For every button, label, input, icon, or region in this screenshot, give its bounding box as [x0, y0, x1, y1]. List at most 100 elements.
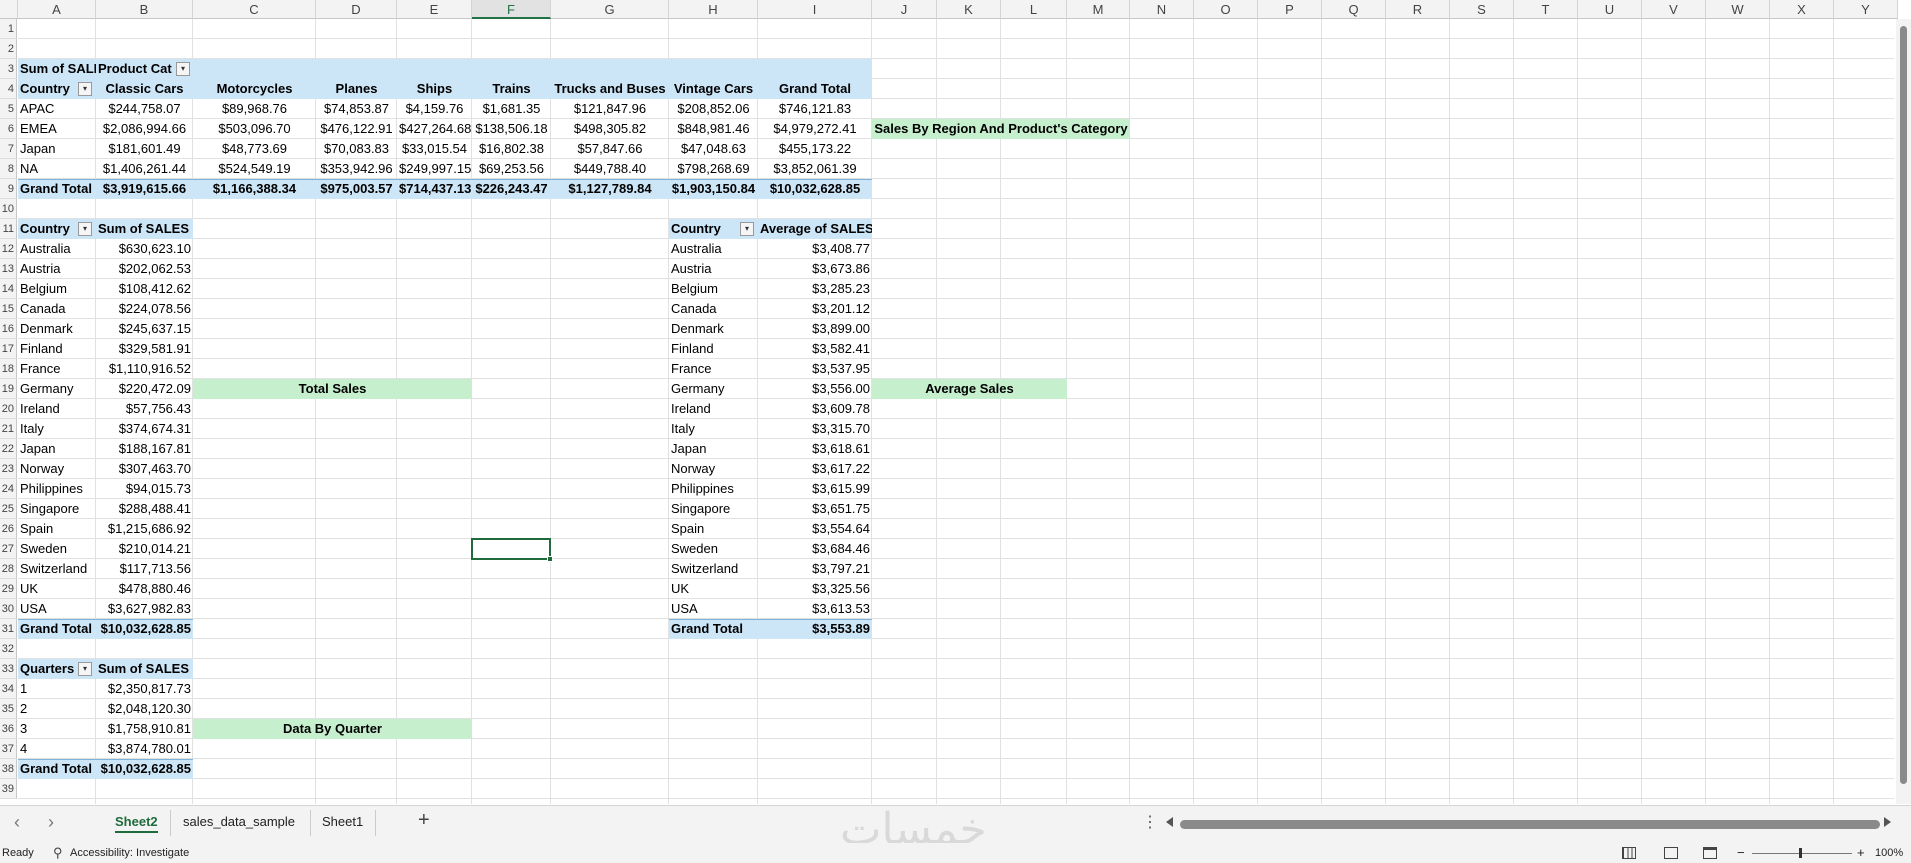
row-header[interactable]: 25 — [0, 499, 17, 519]
row-header[interactable]: 5 — [0, 99, 17, 119]
row-header[interactable]: 4 — [0, 79, 17, 99]
pivot2-row-label[interactable]: Denmark — [18, 319, 96, 339]
pivot2-grand-total-label[interactable]: Grand Total — [18, 619, 96, 639]
pivot2-row-label[interactable]: USA — [18, 599, 96, 619]
pivot2-value-cell[interactable]: $1,215,686.92 — [96, 519, 193, 539]
pivot2-row-label[interactable]: Italy — [18, 419, 96, 439]
zoom-slider[interactable] — [1752, 853, 1852, 854]
pivot3-row-label[interactable]: Canada — [669, 299, 758, 319]
column-header-c[interactable]: C — [193, 0, 316, 19]
pivot2-row-label[interactable]: Austria — [18, 259, 96, 279]
pivot2-row-label[interactable]: UK — [18, 579, 96, 599]
tab-sheet1[interactable]: Sheet1 — [322, 814, 363, 829]
pivot2-row-label[interactable]: Singapore — [18, 499, 96, 519]
pivot3-row-label[interactable]: Finland — [669, 339, 758, 359]
pivot1-value-cell[interactable]: $47,048.63 — [669, 139, 758, 159]
pivot1-value-cell[interactable]: $503,096.70 — [193, 119, 316, 139]
pivot2-value-cell[interactable]: $94,015.73 — [96, 479, 193, 499]
row-header[interactable]: 38 — [0, 759, 17, 779]
pivot3-value-cell[interactable]: $3,651.75 — [758, 499, 872, 519]
pivot4-row-label[interactable]: 2 — [18, 699, 96, 719]
pivot1-value-cell[interactable]: $181,601.49 — [96, 139, 193, 159]
pivot1-row-label[interactable]: Japan — [18, 139, 96, 159]
column-header-u[interactable]: U — [1578, 0, 1642, 19]
pivot3-row-label[interactable]: USA — [669, 599, 758, 619]
pivot2-value-cell[interactable]: $224,078.56 — [96, 299, 193, 319]
pivot2-value-cell[interactable]: $245,637.15 — [96, 319, 193, 339]
pivot3-row-label[interactable]: Spain — [669, 519, 758, 539]
row-header[interactable]: 29 — [0, 579, 17, 599]
pivot1-value-cell[interactable]: $4,159.76 — [397, 99, 472, 119]
pivot3-row-label[interactable]: Belgium — [669, 279, 758, 299]
row-header[interactable]: 19 — [0, 379, 17, 399]
column-header-n[interactable]: N — [1130, 0, 1194, 19]
pivot3-row-label[interactable]: Italy — [669, 419, 758, 439]
active-cell-selection[interactable] — [471, 538, 551, 560]
pivot1-value-cell[interactable]: $427,264.68 — [397, 119, 472, 139]
accessibility-status[interactable]: Accessibility: Investigate — [70, 843, 189, 863]
pivot4-row-label[interactable]: 4 — [18, 739, 96, 759]
pivot4-grand-total-label[interactable]: Grand Total — [18, 759, 96, 779]
row-header[interactable]: 15 — [0, 299, 17, 319]
pivot1-value-cell[interactable]: $74,853.87 — [316, 99, 397, 119]
pivot1-value-cell[interactable]: $138,506.18 — [472, 119, 551, 139]
pivot1-column-header[interactable]: Motorcycles — [193, 79, 316, 99]
pivot1-grand-total-value[interactable]: $975,003.57 — [316, 179, 397, 199]
more-options-icon[interactable]: ⋮ — [1142, 812, 1158, 832]
pivot1-value-cell[interactable]: $244,758.07 — [96, 99, 193, 119]
row-header[interactable]: 11 — [0, 219, 17, 239]
pivot1-grand-total-value[interactable]: $1,127,789.84 — [551, 179, 669, 199]
pivot4-grand-total-value[interactable]: $10,032,628.85 — [96, 759, 193, 779]
column-header-v[interactable]: V — [1642, 0, 1706, 19]
pivot2-row-label[interactable]: Australia — [18, 239, 96, 259]
pivot2-row-label[interactable]: Ireland — [18, 399, 96, 419]
pivot2-row-filter-button[interactable]: ▾ — [78, 222, 92, 236]
pivot2-grand-total-value[interactable]: $10,032,628.85 — [96, 619, 193, 639]
pivot1-value-cell[interactable]: $249,997.15 — [397, 159, 472, 179]
pivot2-value-cell[interactable]: $307,463.70 — [96, 459, 193, 479]
pivot1-column-header[interactable]: Trains — [472, 79, 551, 99]
pivot2-value-cell[interactable]: $202,062.53 — [96, 259, 193, 279]
column-header-d[interactable]: D — [316, 0, 397, 19]
pivot2-value-cell[interactable]: $220,472.09 — [96, 379, 193, 399]
row-header[interactable]: 9 — [0, 179, 17, 199]
pivot3-row-label[interactable]: Australia — [669, 239, 758, 259]
add-sheet-button[interactable]: + — [418, 809, 430, 832]
pivot3-value-cell[interactable]: $3,797.21 — [758, 559, 872, 579]
pivot1-row-label[interactable]: NA — [18, 159, 96, 179]
row-header[interactable]: 7 — [0, 139, 17, 159]
pivot1-value-cell[interactable]: $70,083.83 — [316, 139, 397, 159]
label-sales-by-region[interactable]: Sales By Region And Product's Category — [872, 119, 1130, 139]
scroll-left-icon[interactable] — [1166, 817, 1173, 827]
prev-sheet-icon[interactable]: ‹ — [14, 812, 20, 833]
zoom-slider-handle[interactable] — [1799, 848, 1802, 858]
pivot1-grand-total-value[interactable]: $226,243.47 — [472, 179, 551, 199]
pivot1-value-cell[interactable]: $2,086,994.66 — [96, 119, 193, 139]
pivot1-grand-total-value[interactable]: $714,437.13 — [397, 179, 472, 199]
row-header[interactable]: 34 — [0, 679, 17, 699]
pivot1-value-cell[interactable]: $4,979,272.41 — [758, 119, 872, 139]
row-header[interactable]: 36 — [0, 719, 17, 739]
pivot3-value-cell[interactable]: $3,315.70 — [758, 419, 872, 439]
pivot1-column-filter-button[interactable]: ▾ — [176, 62, 190, 76]
pivot3-value-field-label[interactable]: Average of SALES — [758, 219, 872, 239]
pivot1-grand-total-value[interactable]: $1,903,150.84 — [669, 179, 758, 199]
row-header[interactable]: 24 — [0, 479, 17, 499]
pivot3-value-cell[interactable]: $3,673.86 — [758, 259, 872, 279]
pivot3-value-cell[interactable]: $3,201.12 — [758, 299, 872, 319]
pivot1-value-cell[interactable]: $208,852.06 — [669, 99, 758, 119]
column-header-h[interactable]: H — [669, 0, 758, 19]
pivot4-value-cell[interactable]: $2,048,120.30 — [96, 699, 193, 719]
pivot2-value-cell[interactable]: $188,167.81 — [96, 439, 193, 459]
pivot1-column-header[interactable]: Grand Total — [758, 79, 872, 99]
pivot1-value-cell[interactable]: $48,773.69 — [193, 139, 316, 159]
pivot2-value-cell[interactable]: $108,412.62 — [96, 279, 193, 299]
pivot4-value-cell[interactable]: $2,350,817.73 — [96, 679, 193, 699]
pivot1-value-cell[interactable]: $746,121.83 — [758, 99, 872, 119]
pivot1-value-cell[interactable]: $848,981.46 — [669, 119, 758, 139]
pivot1-value-cell[interactable]: $1,681.35 — [472, 99, 551, 119]
pivot3-value-cell[interactable]: $3,609.78 — [758, 399, 872, 419]
pivot3-value-cell[interactable]: $3,899.00 — [758, 319, 872, 339]
pivot2-row-label[interactable]: Spain — [18, 519, 96, 539]
pivot1-column-header[interactable]: Planes — [316, 79, 397, 99]
